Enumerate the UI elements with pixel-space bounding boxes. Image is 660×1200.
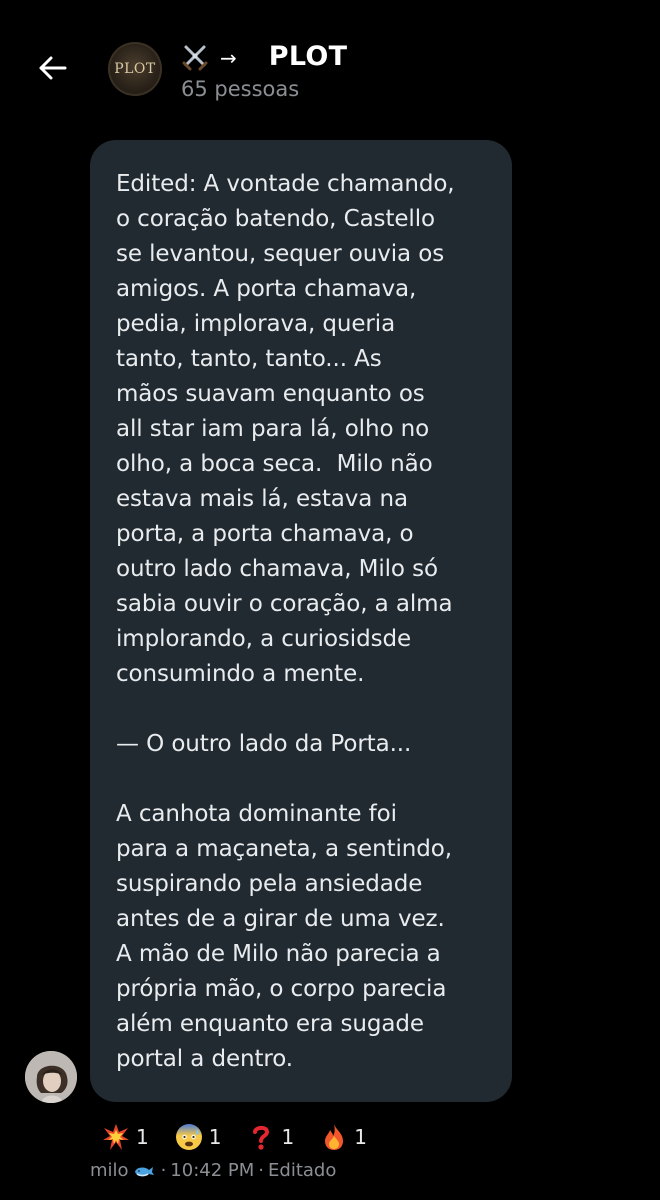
group-avatar[interactable]: PLOT <box>108 42 162 96</box>
message-paragraph-3: A canhota dominante foi para a maçaneta,… <box>116 801 452 1072</box>
message-bubble[interactable]: Edited: A vontade chamando, o coração ba… <box>90 140 512 1102</box>
back-arrow-icon <box>39 56 67 80</box>
sender-name[interactable]: milo <box>90 1160 129 1181</box>
reaction-count: 1 <box>354 1125 367 1149</box>
back-button[interactable] <box>28 46 76 90</box>
reaction-count: 1 <box>208 1125 222 1149</box>
edited-status: Editado <box>268 1160 337 1181</box>
meta-separator: · <box>160 1160 167 1181</box>
message-paragraph-1: Edited: A vontade chamando, o coração ba… <box>116 171 455 687</box>
sender-avatar[interactable] <box>25 1051 77 1103</box>
reaction-count: 1 <box>281 1125 295 1149</box>
whale-icon <box>134 1166 154 1176</box>
member-count: 65 pessoas <box>181 77 300 101</box>
group-avatar-text: PLOT <box>114 61 156 77</box>
reaction-collision[interactable]: 1 <box>102 1123 149 1151</box>
reactions-bar: 1 1 1 1 <box>102 1120 393 1154</box>
anxious-face-icon <box>175 1124 202 1150</box>
arrow-glyph: → <box>220 46 237 70</box>
reaction-count: 1 <box>136 1125 149 1149</box>
collision-icon <box>103 1124 129 1150</box>
reaction-question[interactable]: 1 <box>247 1123 294 1151</box>
chat-header: PLOT → PLOT 65 pessoas <box>0 0 660 130</box>
message-paragraph-2: — O outro lado da Porta... <box>116 731 412 757</box>
message-meta: milo · 10:42 PM · Editado <box>90 1160 336 1181</box>
group-title-text: PLOT <box>268 40 348 72</box>
reaction-fire[interactable]: 1 <box>320 1123 367 1151</box>
group-title[interactable]: → PLOT <box>180 38 347 74</box>
sender-avatar-image <box>25 1051 77 1103</box>
reaction-anxious-face[interactable]: 1 <box>175 1123 222 1151</box>
question-mark-icon <box>253 1125 270 1150</box>
crossed-swords-icon <box>182 45 208 71</box>
fire-icon <box>325 1124 344 1150</box>
message-time: 10:42 PM <box>170 1160 255 1181</box>
meta-separator: · <box>258 1160 265 1181</box>
